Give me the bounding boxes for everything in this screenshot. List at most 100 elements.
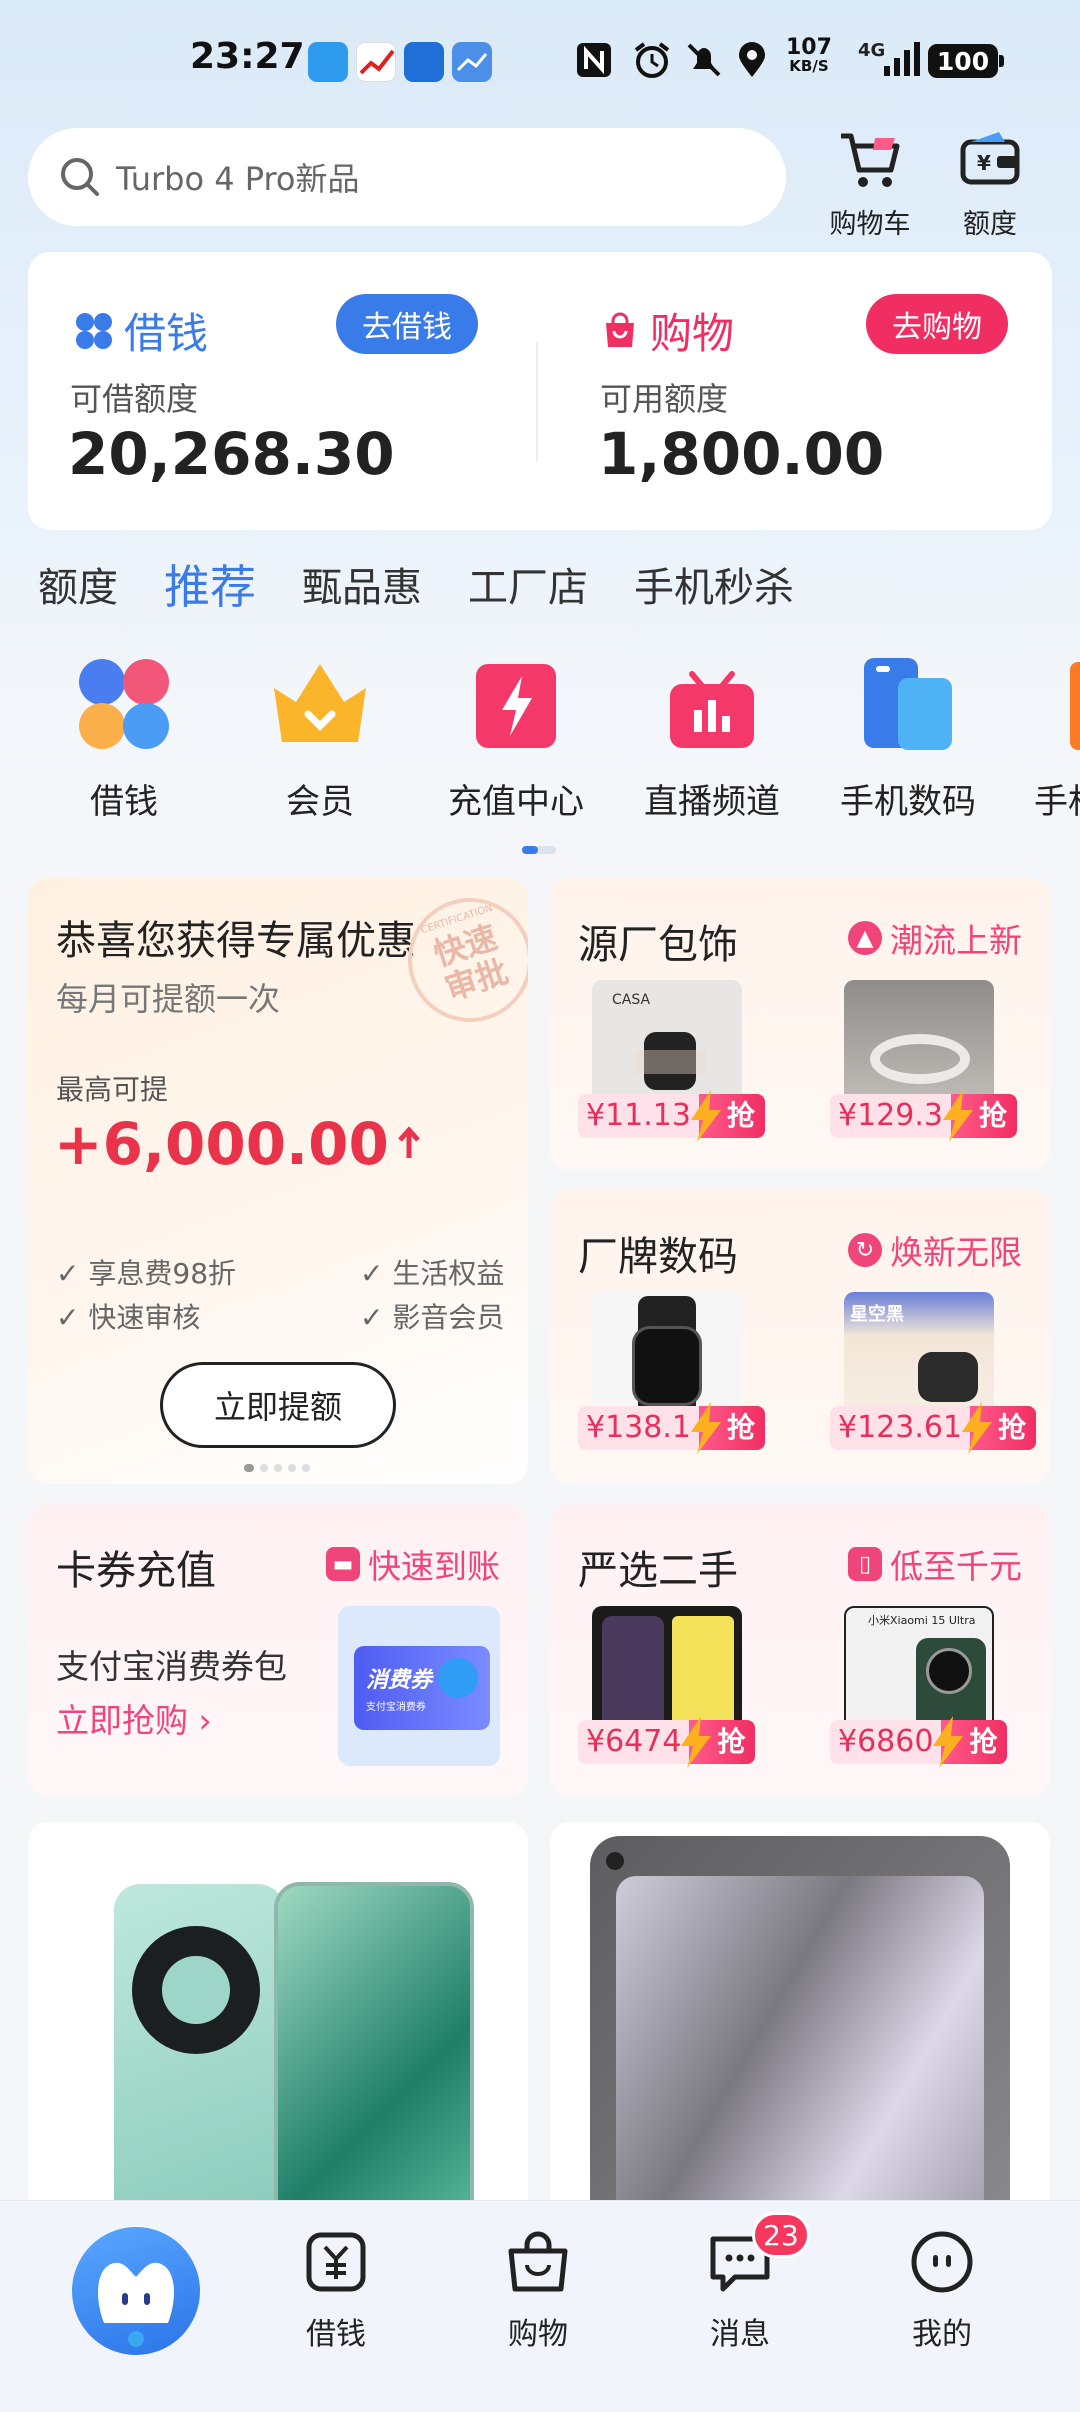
quick-link-member[interactable]: 会员 xyxy=(250,654,390,823)
tab-recommend[interactable]: 推荐 xyxy=(164,551,256,617)
location-icon xyxy=(734,38,770,82)
price-tag: ¥123.61 抢 xyxy=(830,1402,1037,1454)
quick-link-live[interactable]: 直播频道 xyxy=(642,654,782,823)
loan-available-label: 可借额度 xyxy=(70,380,199,418)
credit-offer-card[interactable]: 恭喜您获得专属优惠 每月可提额一次 CERTIFICATION 快速审批 最高可… xyxy=(28,878,528,1484)
product-item[interactable]: 小米Xiaomi 15 Ultra ¥6860 抢 xyxy=(830,1606,1008,1768)
wallet-icon: ¥ xyxy=(960,132,1020,185)
max-amount-label: 最高可提 xyxy=(56,1073,169,1106)
car-app-icon xyxy=(404,42,444,82)
product-feed-item[interactable] xyxy=(28,1822,528,2242)
honor-phone-front-image xyxy=(274,1882,474,2242)
battery-indicator: 100 xyxy=(928,44,1004,78)
quick-link-label: 会员 xyxy=(286,782,354,822)
quick-link-label: 充值中心 xyxy=(448,782,584,822)
digital-card[interactable]: 厂牌数码 ↻ 焕新无限 ¥138.1 抢 星空黑 ¥123.61 抢 xyxy=(550,1190,1050,1484)
search-placeholder: Turbo 4 Pro新品 xyxy=(116,160,360,198)
credit-summary-card: 借钱 去借钱 可借额度 20,268.30 购物 去购物 可用额度 1,800.… xyxy=(28,252,1052,530)
nav-shop[interactable]: 购物 xyxy=(468,2227,608,2353)
quota-button[interactable]: ¥ 额度 xyxy=(930,128,1050,241)
loan-title: 借钱 xyxy=(74,300,208,361)
shop-available-label: 可用额度 xyxy=(600,380,729,418)
phones-icon xyxy=(858,654,958,754)
lightning-icon xyxy=(466,654,566,754)
product-feed-item[interactable] xyxy=(550,1822,1050,2242)
nav-label: 我的 xyxy=(912,2317,972,2352)
chart-app-icon xyxy=(452,42,492,82)
category-tabs: 额度 推荐 甄品惠 工厂店 手机秒杀 xyxy=(38,552,794,616)
price-tag: ¥129.3 抢 xyxy=(830,1090,1017,1142)
shop-section[interactable]: 购物 去购物 可用额度 1,800.00 xyxy=(538,252,1052,530)
card-tag: ↻ 焕新无限 xyxy=(848,1226,1022,1274)
go-shop-button[interactable]: 去购物 xyxy=(866,294,1008,354)
second-hand-card[interactable]: 严选二手 ▯ 低至千元 ¥6474 抢 小米Xiaomi 15 Ultra ¥6… xyxy=(550,1504,1050,1796)
quick-link-label: 手机数码 xyxy=(840,782,976,822)
tab-factory-store[interactable]: 工厂店 xyxy=(468,555,588,613)
cart-icon xyxy=(841,133,900,187)
tab-phone-flash-sale[interactable]: 手机秒杀 xyxy=(634,555,794,613)
nav-label: 购物 xyxy=(508,2317,568,2352)
signal-icon: 4G xyxy=(858,38,922,82)
raise-limit-button[interactable]: 立即提额 xyxy=(160,1362,396,1448)
product-item[interactable]: 星空黑 ¥123.61 抢 xyxy=(830,1292,1037,1454)
quick-link-digital[interactable]: 手机数码 xyxy=(838,654,978,823)
nav-loan[interactable]: 借钱 xyxy=(266,2227,406,2353)
svg-text:¥: ¥ xyxy=(977,151,991,175)
offer-pager xyxy=(244,1464,310,1472)
card-title: 源厂包饰 xyxy=(578,922,738,968)
voucher-recharge-card[interactable]: 卡券充值 ▬ 快速到账 支付宝消费券包 立即抢购 › 消费券 支付宝消费券 xyxy=(28,1504,528,1796)
ipad-image xyxy=(590,1836,1010,2242)
accessories-card[interactable]: 源厂包饰 ▲ 潮流上新 CASA ¥11.13 抢 ¥129.3 抢 xyxy=(550,878,1050,1170)
quick-link-phone[interactable]: 手机 xyxy=(1034,654,1080,823)
product-item[interactable]: CASA ¥11.13 抢 xyxy=(578,980,765,1142)
bottom-navigation: 借钱 购物 消息 我的 xyxy=(0,2200,1080,2412)
max-amount: +6,000.00 xyxy=(54,1110,423,1178)
price-tag: ¥6474 抢 xyxy=(578,1716,756,1768)
network-speed: 107 KB/S xyxy=(786,35,832,75)
benefit-item: ✓ 影音会员 xyxy=(360,1301,505,1334)
quick-link-loan[interactable]: 借钱 xyxy=(54,654,194,823)
search-bar[interactable]: Turbo 4 Pro新品 xyxy=(28,128,786,226)
go-loan-button[interactable]: 去借钱 xyxy=(336,294,478,354)
shopping-bag-icon xyxy=(606,312,634,347)
card-tag: ▲ 潮流上新 xyxy=(848,914,1022,962)
quick-link-recharge[interactable]: 充值中心 xyxy=(446,654,586,823)
shop-title: 购物 xyxy=(600,300,734,361)
card-title: 厂牌数码 xyxy=(578,1234,738,1280)
crown-icon xyxy=(270,654,370,754)
refresh-icon: ↻ xyxy=(848,1233,882,1267)
product-item[interactable]: ¥138.1 抢 xyxy=(578,1292,765,1454)
tab-zhenpinhui[interactable]: 甄品惠 xyxy=(302,555,422,613)
nav-label: 借钱 xyxy=(306,2317,366,2352)
clover-icon xyxy=(76,312,112,349)
quick-link-label: 手机 xyxy=(1034,782,1080,822)
offer-title: 恭喜您获得专属优惠 xyxy=(56,918,416,964)
nfc-icon xyxy=(574,38,614,82)
offer-subtitle: 每月可提额一次 xyxy=(56,980,281,1018)
yuan-card-icon xyxy=(306,2232,366,2292)
stock-app-icon xyxy=(356,42,396,82)
phone-tag-icon: ▯ xyxy=(848,1547,882,1581)
card-tag: ▯ 低至千元 xyxy=(848,1540,1022,1588)
quick-links-pager xyxy=(522,846,556,854)
mute-icon xyxy=(684,38,724,82)
mascot-icon xyxy=(98,2262,174,2347)
alarm-icon xyxy=(630,38,674,82)
tab-quota[interactable]: 额度 xyxy=(38,555,118,613)
nav-profile[interactable]: 我的 xyxy=(872,2227,1012,2353)
card-tag: ▬ 快速到账 xyxy=(326,1540,500,1588)
search-icon xyxy=(61,158,99,196)
assistant-avatar-button[interactable] xyxy=(72,2227,200,2355)
price-tag: ¥138.1 抢 xyxy=(578,1402,765,1454)
loan-section[interactable]: 借钱 去借钱 可借额度 20,268.30 xyxy=(28,252,536,530)
cart-label: 购物车 xyxy=(829,209,911,240)
card-title: 严选二手 xyxy=(578,1548,738,1594)
product-item[interactable]: ¥129.3 抢 xyxy=(830,980,1017,1142)
loan-amount: 20,268.30 xyxy=(68,420,395,488)
product-item[interactable]: ¥6474 抢 xyxy=(578,1606,756,1768)
card-title: 卡券充值 xyxy=(56,1548,216,1594)
buy-now-link[interactable]: 立即抢购 › xyxy=(56,1694,212,1742)
cart-button[interactable]: 购物车 xyxy=(810,128,930,241)
message-count-badge: 23 xyxy=(752,2212,810,2258)
benefit-item: ✓ 享息费98折 xyxy=(56,1257,237,1290)
